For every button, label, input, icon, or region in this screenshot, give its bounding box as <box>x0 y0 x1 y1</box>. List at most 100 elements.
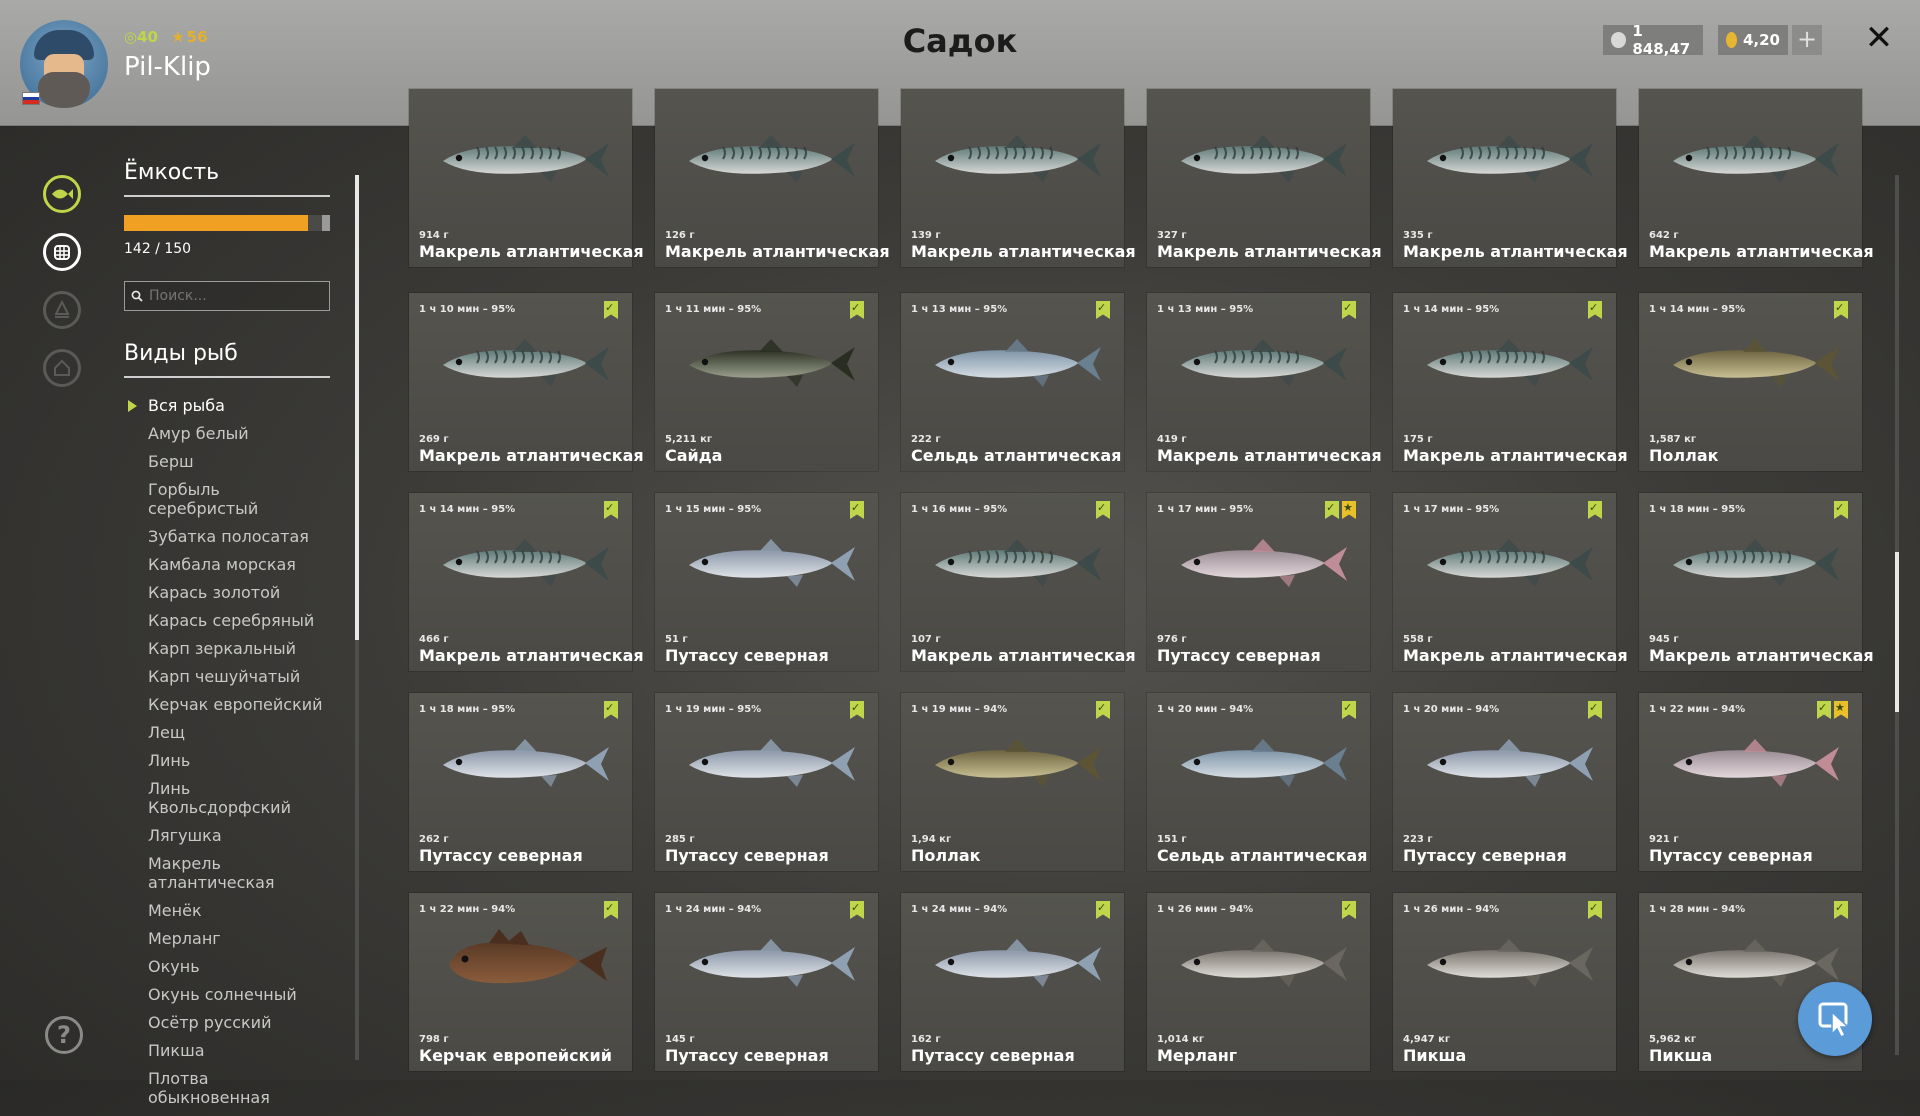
catch-time: 1 ч 10 мин – 95% <box>419 304 516 315</box>
fish-card[interactable]: 1 ч 26 мин – 94% ✓ 4,947 кг Пикша <box>1393 893 1616 1071</box>
fish-card[interactable]: 914 г Макрель атлантическая <box>409 89 644 267</box>
catch-time: 1 ч 17 мин – 95% <box>1157 504 1254 515</box>
capacity-bar <box>124 215 330 231</box>
fish-weight: 1,587 кг <box>1649 434 1697 445</box>
species-item[interactable]: Макрель атлантическая <box>124 854 330 892</box>
fish-weight: 262 г <box>419 834 449 845</box>
species-item[interactable]: Карп зеркальный <box>124 639 330 658</box>
bookmark-check-icon: ✓ <box>1834 901 1848 919</box>
species-item[interactable]: Линь <box>124 751 330 770</box>
fish-icon[interactable] <box>43 175 81 213</box>
catch-time: 1 ч 13 мин – 95% <box>911 304 1008 315</box>
bookmark-check-icon: ✓ <box>1096 301 1110 319</box>
species-item[interactable]: Горбыль серебристый <box>124 480 330 518</box>
sidebar-scrollbar-track[interactable] <box>355 640 359 1060</box>
species-item[interactable]: Лещ <box>124 723 330 742</box>
species-item[interactable]: Линь Квольсдорфский <box>124 779 330 817</box>
help-icon[interactable]: ? <box>45 1016 83 1054</box>
cursor-mode-button[interactable] <box>1798 982 1872 1056</box>
fish-card[interactable]: 1 ч 22 мин – 94% ✓ 798 г Керчак европейски… <box>409 893 632 1071</box>
species-item[interactable]: Менёк <box>124 901 330 920</box>
fish-card[interactable]: 1 ч 18 мин – 95% ✓ 262 г Путассу северная <box>409 693 632 871</box>
species-item[interactable]: Карась серебряный <box>124 611 330 630</box>
grid-scrollbar-thumb[interactable] <box>1895 552 1899 712</box>
campfire-icon[interactable] <box>43 291 81 329</box>
fish-card[interactable]: 1 ч 14 мин – 95% ✓ 175 г Макрель атлантиче… <box>1393 293 1628 471</box>
fish-card[interactable]: 139 г Макрель атлантическая <box>901 89 1136 267</box>
catch-time: 1 ч 20 мин – 94% <box>1403 704 1500 715</box>
card-badges: ✓ <box>1588 901 1602 919</box>
fish-card[interactable]: 1 ч 18 мин – 95% ✓ 945 г Макрель атлантиче… <box>1639 493 1874 671</box>
fish-card[interactable]: 1 ч 19 мин – 94% ✓ 1,94 кг Поллак <box>901 693 1124 871</box>
bookmark-check-icon: ✓ <box>1096 701 1110 719</box>
fish-card[interactable]: 1 ч 24 мин – 94% ✓ 145 г Путассу северная <box>655 893 878 1071</box>
fish-image-icon <box>443 135 609 183</box>
species-item[interactable]: Карп чешуйчатый <box>124 667 330 686</box>
catch-time: 1 ч 28 мин – 94% <box>1649 904 1746 915</box>
fish-card[interactable]: 642 г Макрель атлантическая <box>1639 89 1874 267</box>
catch-time: 1 ч 14 мин – 95% <box>419 504 516 515</box>
fish-card[interactable]: 1 ч 22 мин – 94% ✓ ★ 921 г Путассу северная <box>1639 693 1862 871</box>
fish-image-icon <box>1181 939 1347 987</box>
fish-card[interactable]: 1 ч 20 мин – 94% ✓ 151 г Сельдь атлантичес… <box>1147 693 1370 871</box>
card-badges: ✓ <box>1834 501 1848 519</box>
species-item[interactable]: Керчак европейский <box>124 695 330 714</box>
fish-image-icon <box>689 539 855 587</box>
fish-card[interactable]: 1 ч 26 мин – 94% ✓ 1,014 кг Мерланг <box>1147 893 1370 1071</box>
fish-image-icon <box>689 135 855 183</box>
search-input[interactable] <box>147 287 321 305</box>
fish-card[interactable]: 335 г Макрель атлантическая <box>1393 89 1628 267</box>
species-item[interactable]: Лягушка <box>124 826 330 845</box>
fish-card[interactable]: 1 ч 17 мин – 95% ✓ ★ 976 г Путассу северная <box>1147 493 1370 671</box>
close-button[interactable]: ✕ <box>1862 18 1896 58</box>
capacity-text: 142 / 150 <box>124 241 192 257</box>
species-item[interactable]: Вся рыба <box>124 396 330 415</box>
fish-card[interactable]: 1 ч 17 мин – 95% ✓ 558 г Макрель атлантиче… <box>1393 493 1628 671</box>
fish-card[interactable]: 1 ч 13 мин – 95% ✓ 222 г Сельдь атлантичес… <box>901 293 1124 471</box>
bookmark-check-icon: ✓ <box>1342 301 1356 319</box>
keepnet-icon[interactable] <box>43 233 81 271</box>
species-item[interactable]: Карась золотой <box>124 583 330 602</box>
catch-time: 1 ч 18 мин – 95% <box>1649 504 1746 515</box>
fish-card[interactable]: 1 ч 10 мин – 95% ✓ 269 г Макрель атлантиче… <box>409 293 644 471</box>
species-item[interactable]: Окунь солнечный <box>124 985 330 1004</box>
species-item[interactable]: Камбала морская <box>124 555 330 574</box>
search-icon <box>131 290 143 302</box>
species-item[interactable]: Мерланг <box>124 929 330 948</box>
fish-card[interactable]: 1 ч 13 мин – 95% ✓ 419 г Макрель атлантиче… <box>1147 293 1382 471</box>
fish-card[interactable]: 1 ч 24 мин – 94% ✓ 162 г Путассу северная <box>901 893 1124 1071</box>
fish-card[interactable]: 126 г Макрель атлантическая <box>655 89 890 267</box>
species-item[interactable]: Амур белый <box>124 424 330 443</box>
fish-image-icon <box>443 339 609 387</box>
fish-weight: 51 г <box>665 634 688 645</box>
species-item[interactable]: Плотва обыкновенная <box>124 1069 330 1107</box>
fish-card[interactable]: 1 ч 15 мин – 95% ✓ 51 г Путассу северная <box>655 493 878 671</box>
sidebar-scrollbar-thumb[interactable] <box>355 175 359 640</box>
species-item[interactable]: Окунь <box>124 957 330 976</box>
fish-card[interactable]: 1 ч 16 мин – 95% ✓ 107 г Макрель атлантиче… <box>901 493 1136 671</box>
catch-time: 1 ч 22 мин – 94% <box>1649 704 1746 715</box>
fish-card[interactable]: 1 ч 20 мин – 94% ✓ 223 г Путассу северная <box>1393 693 1616 871</box>
gold-balance: 4,20 <box>1718 25 1788 55</box>
fish-card[interactable]: 327 г Макрель атлантическая <box>1147 89 1382 267</box>
species-item[interactable]: Зубатка полосатая <box>124 527 330 546</box>
add-currency-button[interactable]: + <box>1792 25 1822 55</box>
fish-name: Керчак европейский <box>419 1046 612 1065</box>
search-box[interactable] <box>124 281 330 311</box>
fish-card[interactable]: 1 ч 14 мин – 95% ✓ 1,587 кг Поллак <box>1639 293 1862 471</box>
fish-image-icon <box>935 539 1101 587</box>
fish-card[interactable]: 1 ч 14 мин – 95% ✓ 466 г Макрель атлантиче… <box>409 493 644 671</box>
species-item[interactable]: Пикша <box>124 1041 330 1060</box>
home-icon[interactable] <box>43 349 81 387</box>
cursor-icon <box>1818 1002 1850 1039</box>
fish-image-icon <box>1673 539 1839 587</box>
bookmark-check-icon: ✓ <box>604 301 618 319</box>
fish-name: Поллак <box>1649 446 1719 465</box>
fish-card[interactable]: 1 ч 11 мин – 95% ✓ 5,211 кг Сайда <box>655 293 878 471</box>
fish-weight: 798 г <box>419 1034 449 1045</box>
species-item[interactable]: Осётр русский <box>124 1013 330 1032</box>
species-item[interactable]: Берш <box>124 452 330 471</box>
fish-name: Путассу северная <box>1403 846 1567 865</box>
fish-image-icon <box>1181 539 1347 587</box>
fish-card[interactable]: 1 ч 19 мин – 95% ✓ 285 г Путассу северная <box>655 693 878 871</box>
